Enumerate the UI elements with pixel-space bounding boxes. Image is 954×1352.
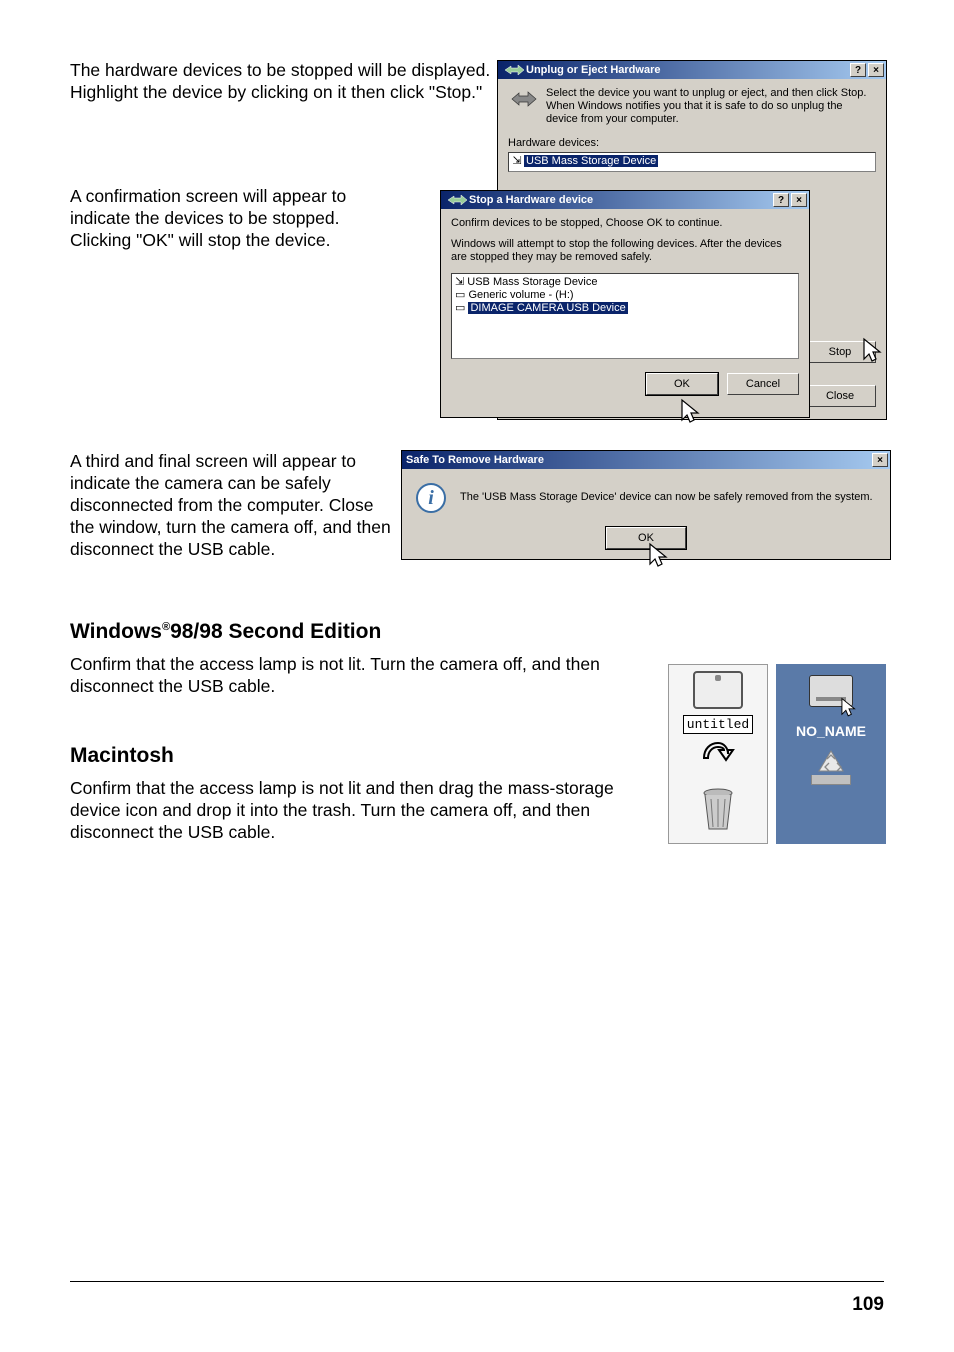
step3-text: A third and final screen will appear to … [70, 451, 395, 560]
win98-heading: Windows®98/98 Second Edition [70, 620, 630, 644]
usb-eject-icon: ⇲ [510, 154, 524, 167]
plug-icon [445, 191, 469, 209]
mac-drive-label: untitled [683, 715, 753, 734]
stop-title: Stop a Hardware device [469, 194, 593, 206]
close-button[interactable]: × [791, 193, 807, 207]
drive-icon: ▭ [455, 302, 468, 314]
ok-button[interactable]: OK [646, 373, 718, 395]
win-drive-card: NO_NAME [776, 664, 886, 844]
stop-hardware-dialog: Stop a Hardware device ? × Confirm devic… [440, 190, 810, 418]
drive-icons-area: untitled NO_NAME [668, 664, 908, 844]
cancel-button[interactable]: Cancel [727, 373, 799, 395]
info-icon: i [416, 483, 446, 513]
hardware-devices-list[interactable]: ⇲USB Mass Storage Device [508, 152, 876, 172]
safe-remove-dialog: Safe To Remove Hardware × i The 'USB Mas… [401, 450, 891, 560]
hardware-devices-label: Hardware devices: [508, 137, 599, 149]
mac-drive-card: untitled [668, 664, 768, 844]
close-button[interactable]: × [868, 63, 884, 77]
footer-rule [70, 1281, 884, 1282]
stop-line2: Windows will attempt to stop the followi… [451, 238, 799, 264]
mac-heading: Macintosh [70, 744, 630, 768]
safe-message: The 'USB Mass Storage Device' device can… [460, 491, 873, 504]
ok-button[interactable]: OK [606, 527, 686, 549]
stop-line1: Confirm devices to be stopped, Choose OK… [451, 217, 799, 230]
page-number: 109 [852, 1294, 884, 1316]
selected-device[interactable]: USB Mass Storage Device [524, 155, 658, 167]
safe-titlebar: Safe To Remove Hardware × [402, 451, 890, 469]
mac-text: Confirm that the access lamp is not lit … [70, 778, 630, 844]
plug-icon-large [508, 87, 538, 111]
stop-button[interactable]: Stop [804, 341, 876, 363]
usb-device-icon: ⇲ [455, 276, 467, 288]
list-item[interactable]: ▭ Generic volume - (H:) [453, 288, 797, 301]
close-button-label[interactable]: Close [804, 385, 876, 407]
step2-text: A confirmation screen will appear to ind… [70, 186, 380, 252]
trash-icon [697, 787, 739, 833]
win-drive-label: NO_NAME [796, 723, 866, 739]
win98-text: Confirm that the access lamp is not lit.… [70, 654, 630, 698]
recycle-bin-icon [806, 749, 856, 805]
removable-drive-icon [809, 675, 853, 707]
drive-icon [693, 671, 743, 709]
stop-devices-list[interactable]: ⇲ USB Mass Storage Device ▭ Generic volu… [451, 273, 799, 359]
unplug-titlebar: Unplug or Eject Hardware ? × [498, 61, 886, 79]
stop-titlebar: Stop a Hardware device ? × [441, 191, 809, 209]
list-item[interactable]: ▭ DIMAGE CAMERA USB Device [453, 301, 797, 314]
down-arrow-icon [700, 740, 736, 781]
help-button[interactable]: ? [773, 193, 789, 207]
safe-title: Safe To Remove Hardware [406, 454, 544, 466]
unplug-instructions: Select the device you want to unplug or … [546, 87, 876, 127]
close-button[interactable]: × [872, 453, 888, 467]
volume-icon: ▭ [455, 289, 468, 301]
plug-icon [502, 61, 526, 79]
list-item[interactable]: ⇲ USB Mass Storage Device [453, 275, 797, 288]
unplug-title: Unplug or Eject Hardware [526, 64, 660, 76]
help-button[interactable]: ? [850, 63, 866, 77]
step1-text: The hardware devices to be stopped will … [70, 60, 500, 104]
